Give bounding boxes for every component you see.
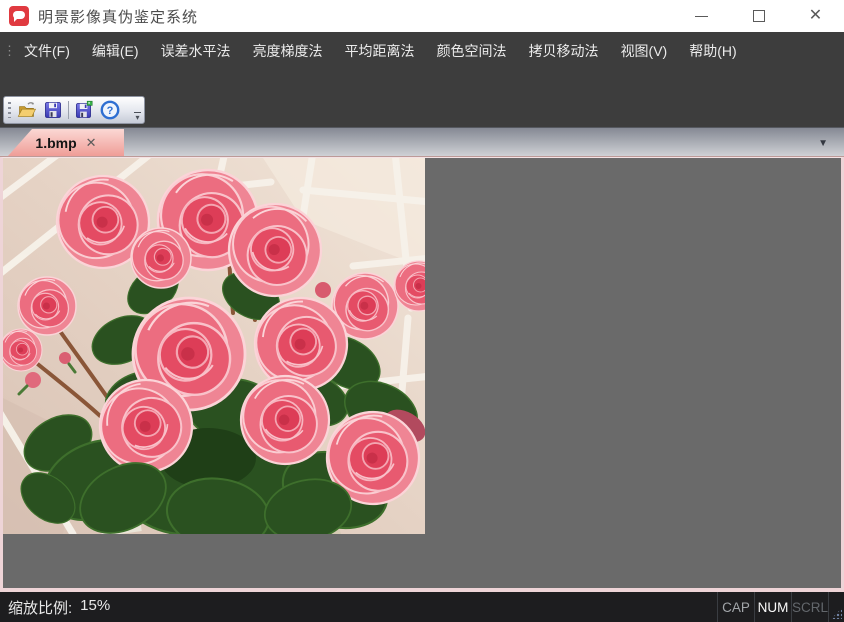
toolbar-overflow-icon[interactable]: ▾ — [134, 112, 141, 122]
menu-item-file[interactable]: 文件(F) — [13, 32, 81, 70]
title-bar: 明景影像真伪鉴定系统 ✕ — [0, 0, 844, 32]
zoom-status: 缩放比例: 15% — [0, 597, 110, 618]
maximize-icon — [753, 10, 765, 22]
application-window: 明景影像真伪鉴定系统 ✕ ⋮ 文件(F) 编辑(E) 误差水平法 亮度梯度法 平… — [0, 0, 844, 622]
toolbar-grip-icon[interactable] — [8, 102, 11, 118]
menu-grip-icon[interactable]: ⋮ — [3, 43, 13, 59]
open-button[interactable] — [14, 98, 40, 122]
menu-item-color-space[interactable]: 颜色空间法 — [426, 32, 518, 70]
menu-item-luminance-gradient[interactable]: 亮度梯度法 — [242, 32, 334, 70]
window-controls: ✕ — [673, 0, 844, 32]
help-icon: ? — [100, 100, 120, 120]
menu-item-error-level[interactable]: 误差水平法 — [150, 32, 242, 70]
open-folder-icon — [17, 100, 37, 120]
menu-toolbar-region: ⋮ 文件(F) 编辑(E) 误差水平法 亮度梯度法 平均距离法 颜色空间法 拷贝… — [0, 32, 844, 127]
keyboard-indicators: CAP NUM SCRL — [717, 592, 844, 622]
menu-bar: ⋮ 文件(F) 编辑(E) 误差水平法 亮度梯度法 平均距离法 颜色空间法 拷贝… — [0, 32, 844, 70]
app-logo-icon — [9, 6, 29, 26]
minimize-icon — [695, 16, 708, 17]
document-canvas — [0, 157, 844, 592]
num-lock-indicator[interactable]: NUM — [754, 592, 791, 622]
menu-item-help[interactable]: 帮助(H) — [678, 32, 747, 70]
minimize-button[interactable] — [673, 0, 730, 32]
save-as-button[interactable] — [71, 98, 97, 122]
maximize-button[interactable] — [730, 0, 787, 32]
menu-item-view[interactable]: 视图(V) — [610, 32, 679, 70]
resize-grip-icon[interactable] — [828, 592, 844, 622]
close-icon: ✕ — [809, 8, 822, 24]
close-button[interactable]: ✕ — [787, 0, 844, 32]
toolbar: ? ▾ — [3, 96, 145, 124]
save-as-icon — [74, 100, 94, 120]
tab-list-dropdown-icon[interactable]: ▼ — [818, 139, 828, 149]
svg-text:?: ? — [107, 105, 114, 117]
zoom-label: 缩放比例: — [8, 597, 72, 618]
toolbar-row: ? ▾ — [0, 70, 844, 127]
menu-item-edit[interactable]: 编辑(E) — [81, 32, 150, 70]
tab-bar: 1.bmp ✕ ▼ — [0, 127, 844, 157]
save-icon — [43, 100, 63, 120]
tab-close-icon[interactable]: ✕ — [86, 136, 97, 149]
menu-item-average-distance[interactable]: 平均距离法 — [334, 32, 426, 70]
zoom-value: 15% — [80, 597, 110, 618]
menu-item-copy-move[interactable]: 拷贝移动法 — [518, 32, 610, 70]
toolbar-separator — [68, 101, 69, 119]
help-button[interactable]: ? — [97, 98, 123, 122]
save-button[interactable] — [40, 98, 66, 122]
caps-lock-indicator[interactable]: CAP — [717, 592, 754, 622]
scroll-lock-indicator[interactable]: SCRL — [791, 592, 828, 622]
tab-1bmp[interactable]: 1.bmp ✕ — [8, 129, 124, 156]
window-title: 明景影像真伪鉴定系统 — [38, 6, 198, 27]
document-image — [3, 158, 425, 534]
tab-label: 1.bmp — [35, 135, 76, 151]
status-bar: 缩放比例: 15% CAP NUM SCRL — [0, 592, 844, 622]
